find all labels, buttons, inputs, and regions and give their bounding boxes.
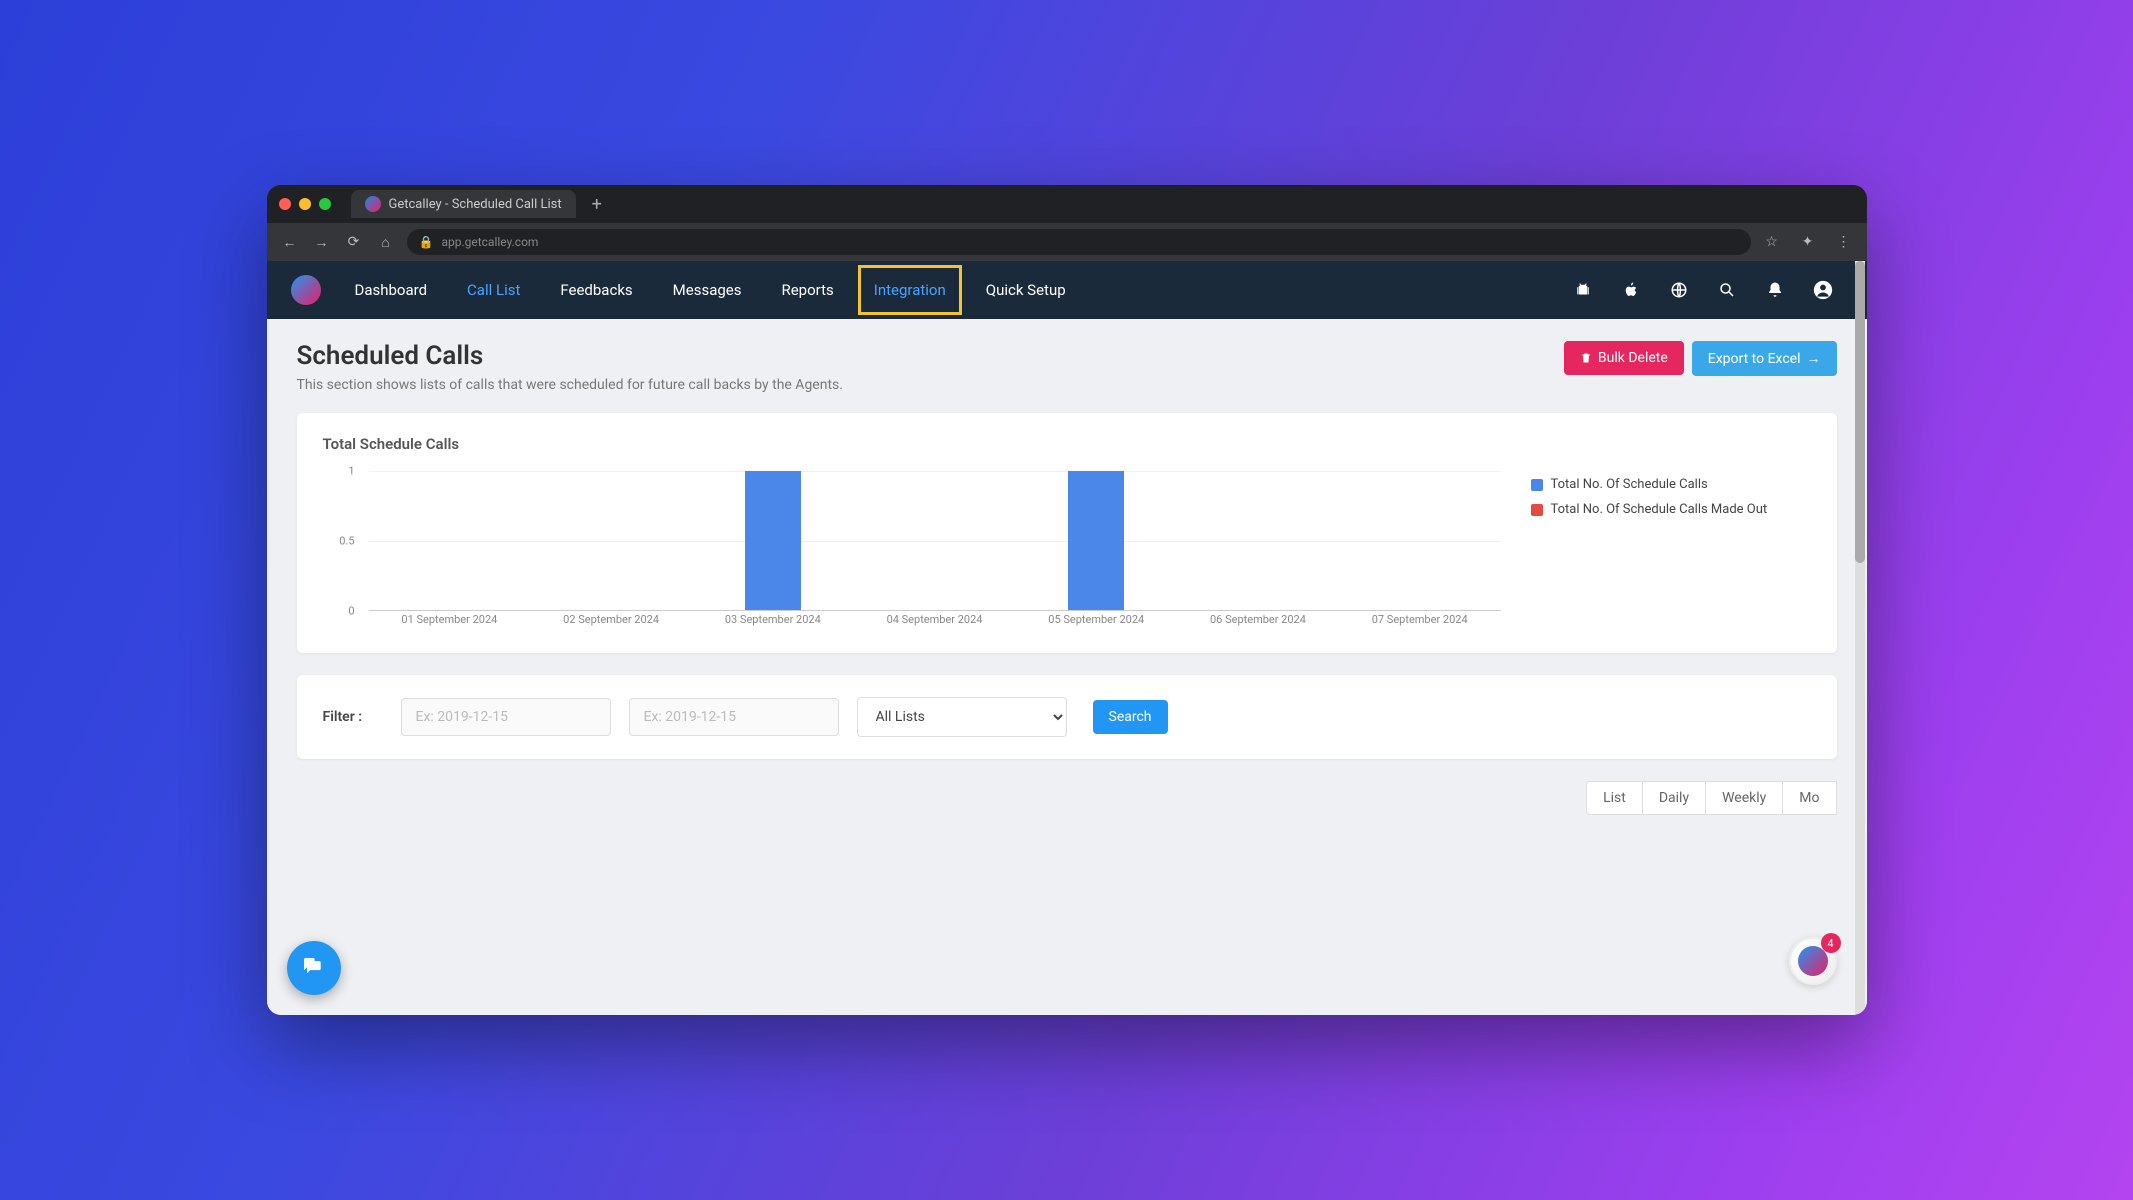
page-body: Scheduled Calls This section shows lists…: [267, 319, 1867, 1015]
nav-messages[interactable]: Messages: [657, 265, 758, 315]
page-header: Scheduled Calls This section shows lists…: [297, 341, 1837, 393]
x-tick: 05 September 2024: [1015, 613, 1177, 631]
filter-from-date-input[interactable]: [401, 698, 611, 736]
chart-bar: [745, 471, 801, 610]
y-tick: 0: [348, 605, 354, 618]
x-tick: 01 September 2024: [369, 613, 531, 631]
vertical-scrollbar[interactable]: [1855, 261, 1865, 1015]
help-widget-button[interactable]: 4: [1789, 937, 1837, 985]
browser-tab[interactable]: Getcalley - Scheduled Call List: [351, 190, 576, 218]
minimize-window-icon[interactable]: [299, 198, 311, 210]
nav-dashboard[interactable]: Dashboard: [339, 265, 444, 315]
apple-icon[interactable]: [1619, 278, 1643, 302]
nav-quick-setup[interactable]: Quick Setup: [970, 265, 1082, 315]
filter-to-date-input[interactable]: [629, 698, 839, 736]
search-button[interactable]: Search: [1093, 700, 1168, 734]
app-logo-icon[interactable]: [291, 275, 321, 305]
x-tick: 03 September 2024: [692, 613, 854, 631]
view-mode-tabs: List Daily Weekly Mo: [297, 781, 1837, 815]
globe-icon[interactable]: [1667, 278, 1691, 302]
nav-feedbacks[interactable]: Feedbacks: [544, 265, 648, 315]
bar-chart: 1 0.5 0 01 September 2024: [323, 471, 1501, 631]
view-tab-monthly[interactable]: Mo: [1782, 781, 1836, 815]
android-icon[interactable]: [1571, 278, 1595, 302]
browser-toolbar: ← → ⟳ ⌂ 🔒 app.getcalley.com ☆ ✦ ⋮: [267, 223, 1867, 261]
notification-badge: 4: [1821, 933, 1841, 953]
legend-item[interactable]: Total No. Of Schedule Calls: [1531, 477, 1811, 492]
plot-area: [369, 471, 1501, 611]
x-tick: 02 September 2024: [530, 613, 692, 631]
maximize-window-icon[interactable]: [319, 198, 331, 210]
home-button[interactable]: ⌂: [375, 231, 397, 253]
chat-icon: [301, 955, 327, 981]
close-window-icon[interactable]: [279, 198, 291, 210]
help-widget-logo-icon: [1798, 946, 1828, 976]
back-button[interactable]: ←: [279, 231, 301, 253]
view-tab-daily[interactable]: Daily: [1642, 781, 1706, 815]
view-tab-list[interactable]: List: [1586, 781, 1643, 815]
bookmark-star-icon[interactable]: ☆: [1761, 231, 1783, 253]
scrollbar-thumb[interactable]: [1855, 261, 1865, 563]
tab-title: Getcalley - Scheduled Call List: [389, 197, 562, 212]
legend-label: Total No. Of Schedule Calls Made Out: [1551, 502, 1768, 517]
bulk-delete-label: Bulk Delete: [1598, 350, 1668, 366]
new-tab-button[interactable]: +: [584, 194, 610, 215]
bulk-delete-button[interactable]: Bulk Delete: [1564, 341, 1684, 375]
chart-card: Total Schedule Calls 1 0.5 0: [297, 413, 1837, 653]
search-button-label: Search: [1109, 709, 1152, 725]
lock-icon: 🔒: [419, 235, 434, 249]
trash-icon: [1580, 352, 1592, 364]
nav-reports[interactable]: Reports: [765, 265, 849, 315]
arrow-right-icon: →: [1807, 350, 1821, 367]
export-excel-button[interactable]: Export to Excel →: [1692, 341, 1837, 376]
window-controls[interactable]: [279, 198, 331, 210]
legend-swatch-icon: [1531, 479, 1543, 491]
legend-label: Total No. Of Schedule Calls: [1551, 477, 1708, 492]
reload-button[interactable]: ⟳: [343, 231, 365, 253]
y-tick: 0.5: [339, 535, 354, 548]
search-icon[interactable]: [1715, 278, 1739, 302]
page-subtitle: This section shows lists of calls that w…: [297, 377, 1556, 393]
nav-call-list[interactable]: Call List: [451, 265, 536, 315]
x-tick: 04 September 2024: [854, 613, 1016, 631]
nav-integration[interactable]: Integration: [858, 265, 962, 315]
x-tick: 06 September 2024: [1177, 613, 1339, 631]
app-topnav: Dashboard Call List Feedbacks Messages R…: [267, 261, 1867, 319]
app-viewport: Dashboard Call List Feedbacks Messages R…: [267, 261, 1867, 1015]
address-bar[interactable]: 🔒 app.getcalley.com: [407, 229, 1751, 255]
chart-title: Total Schedule Calls: [323, 435, 1811, 453]
extensions-icon[interactable]: ✦: [1797, 231, 1819, 253]
chart-bar: [1068, 471, 1124, 610]
browser-menu-icon[interactable]: ⋮: [1833, 231, 1855, 253]
browser-window: Getcalley - Scheduled Call List + ← → ⟳ …: [267, 185, 1867, 1015]
user-avatar-icon[interactable]: [1811, 278, 1835, 302]
legend-item[interactable]: Total No. Of Schedule Calls Made Out: [1531, 502, 1811, 517]
filter-card: Filter : All Lists Search: [297, 675, 1837, 759]
filter-label: Filter :: [323, 709, 383, 725]
browser-tabbar: Getcalley - Scheduled Call List +: [267, 185, 1867, 223]
view-tab-weekly[interactable]: Weekly: [1705, 781, 1783, 815]
chat-widget-button[interactable]: [287, 941, 341, 995]
favicon-icon: [365, 196, 381, 212]
page-title: Scheduled Calls: [297, 341, 1556, 371]
export-label: Export to Excel: [1708, 351, 1801, 367]
forward-button[interactable]: →: [311, 231, 333, 253]
legend-swatch-icon: [1531, 504, 1543, 516]
filter-list-select[interactable]: All Lists: [857, 697, 1067, 737]
y-tick: 1: [348, 465, 354, 478]
url-text: app.getcalley.com: [441, 235, 538, 249]
bell-icon[interactable]: [1763, 278, 1787, 302]
chart-legend: Total No. Of Schedule Calls Total No. Of…: [1531, 471, 1811, 631]
x-tick: 07 September 2024: [1339, 613, 1501, 631]
